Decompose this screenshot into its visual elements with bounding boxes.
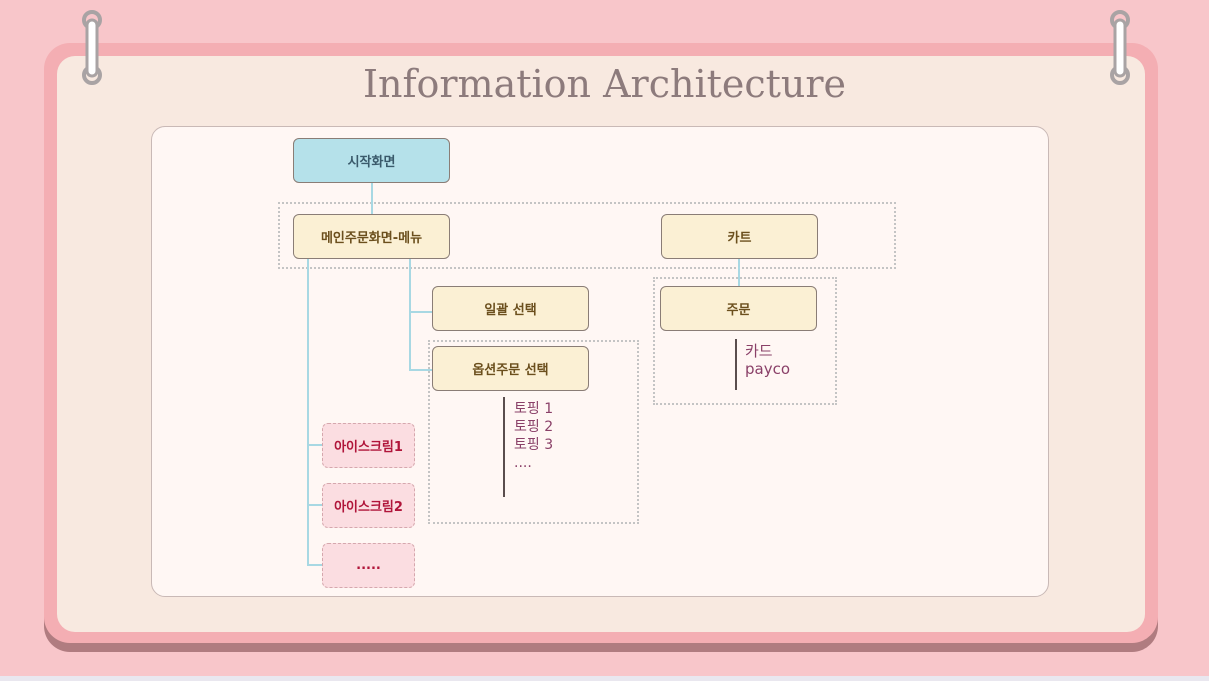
connector-start-main: [371, 183, 373, 214]
page-title: Information Architecture: [362, 62, 847, 106]
connector-option-trunk: [409, 259, 411, 371]
order-node[interactable]: 주문: [660, 286, 817, 331]
option-order-node[interactable]: 옵션주문 선택: [432, 346, 589, 391]
start-screen-node[interactable]: 시작화면: [293, 138, 450, 183]
topping-item: 토핑 2: [514, 419, 554, 435]
topping-item: ....: [514, 455, 532, 471]
icecream2-node[interactable]: 아이스크림2: [322, 483, 415, 528]
payment-list-bar: [735, 339, 737, 390]
main-menu-node[interactable]: 메인주문화면-메뉴: [293, 214, 450, 259]
connector-bulk: [409, 311, 432, 313]
bulk-select-node[interactable]: 일괄 선택: [432, 286, 589, 331]
connector-icecream-more: [307, 564, 323, 566]
cart-node[interactable]: 카트: [661, 214, 818, 259]
topping-item: 토핑 1: [514, 401, 554, 417]
icecream1-node[interactable]: 아이스크림1: [322, 423, 415, 468]
payment-list: 카드 payco: [745, 342, 790, 378]
payment-item: 카드: [745, 342, 773, 360]
topping-list-bar: [503, 397, 505, 497]
topping-item: 토핑 3: [514, 437, 554, 453]
connector-main-trunk: [307, 259, 309, 566]
connector-option: [409, 369, 432, 371]
topping-list: 토핑 1 토핑 2 토핑 3 ....: [514, 400, 553, 472]
connector-icecream1: [307, 444, 323, 446]
connector-cart-order: [738, 259, 740, 286]
icecream-more-node[interactable]: .....: [322, 543, 415, 588]
connector-icecream2: [307, 504, 323, 506]
bottom-strip: [0, 676, 1209, 681]
payment-item: payco: [745, 360, 791, 378]
